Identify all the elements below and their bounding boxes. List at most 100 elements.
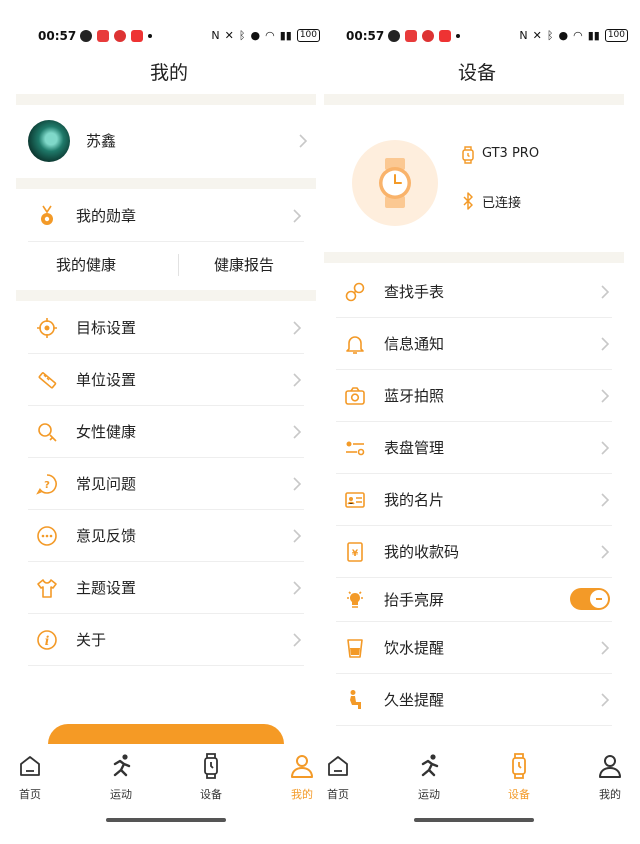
my-page-panel: 00:57 N ✕ ᛒ ● ◠ ▮▮ 100 我的 苏鑫 我的勋章 我的健康 健…	[16, 0, 322, 844]
tab-mine[interactable]: 我的	[272, 752, 322, 802]
menu-item-bluetooth-camera[interactable]: 蓝牙拍照	[336, 370, 612, 422]
device-name: GT3 PRO	[482, 146, 540, 161]
menu-item-target[interactable]: 目标设置	[28, 302, 304, 354]
menu-item-feedback[interactable]: 意见反馈	[28, 510, 304, 562]
device-card[interactable]: GT3 PRO 已连接	[324, 106, 624, 246]
watch-image	[352, 140, 438, 226]
app-icon	[422, 30, 434, 42]
connection-status: 已连接	[482, 196, 522, 211]
toggle-knob	[590, 590, 608, 608]
menu-item-label: 关于	[76, 631, 107, 649]
svg-text:i: i	[45, 634, 50, 648]
menu-item-label: 单位设置	[76, 371, 137, 389]
tab-device[interactable]: 设备	[181, 752, 241, 802]
signal-icon: ▮▮	[279, 29, 292, 42]
my-health-link[interactable]: 我的健康	[56, 242, 116, 288]
run-icon	[421, 754, 439, 777]
chevron-right-icon	[293, 477, 302, 491]
watch-icon	[204, 753, 218, 779]
menu-item-label: 意见反馈	[76, 527, 137, 545]
menu-item-sedentary-reminder[interactable]: 久坐提醒	[336, 674, 612, 726]
menu-item-female-health[interactable]: 女性健康	[28, 406, 304, 458]
menu-item-business-card[interactable]: 我的名片	[336, 474, 612, 526]
raise-to-wake-toggle[interactable]	[570, 588, 610, 610]
avatar[interactable]	[28, 120, 70, 162]
tab-label: 设备	[508, 788, 530, 801]
tab-label: 首页	[19, 788, 41, 801]
menu-item-find-watch[interactable]: 查找手表	[336, 266, 612, 318]
bottom-tab-bar: 首页 运动 设备 我的	[324, 744, 630, 844]
info-icon: i	[37, 630, 57, 650]
home-indicator	[414, 818, 534, 822]
app-icon	[405, 30, 417, 42]
person-icon	[599, 755, 621, 778]
app-icon	[97, 30, 109, 42]
menu-item-about[interactable]: i 关于	[28, 614, 304, 666]
section-divider	[16, 290, 316, 301]
section-divider	[16, 94, 316, 105]
menu-item-label: 信息通知	[384, 335, 445, 353]
profile-row[interactable]: 苏鑫	[16, 112, 316, 176]
menu-item-payment-code[interactable]: ¥ 我的收款码	[336, 526, 612, 578]
health-report-link[interactable]: 健康报告	[214, 242, 274, 288]
tab-sport[interactable]: 运动	[91, 752, 151, 802]
nfc-icon: N	[519, 29, 528, 42]
section-divider	[324, 94, 624, 105]
dot-icon	[148, 34, 152, 38]
chevron-right-icon	[601, 641, 610, 655]
status-bar: 00:57 N ✕ ᛒ ● ◠ ▮▮ 100	[16, 28, 322, 46]
medal-label: 我的勋章	[76, 207, 137, 225]
menu-item-watchface[interactable]: 表盘管理	[336, 422, 612, 474]
section-divider	[16, 178, 316, 189]
shirt-icon	[37, 579, 57, 598]
tab-label: 运动	[418, 788, 440, 801]
home-icon	[328, 756, 348, 776]
svg-text:¥: ¥	[352, 549, 359, 559]
menu-item-label: 我的名片	[384, 491, 445, 509]
health-links: 我的健康 健康报告	[28, 242, 304, 288]
tab-home[interactable]: 首页	[16, 752, 60, 802]
menu-item-theme[interactable]: 主题设置	[28, 562, 304, 614]
bluetooth-icon: ᛒ	[546, 29, 554, 42]
chevron-right-icon	[293, 581, 302, 595]
wechat-icon	[388, 30, 400, 42]
home-indicator	[106, 818, 226, 822]
tab-home[interactable]: 首页	[324, 752, 368, 802]
wifi-icon: ◠	[265, 29, 275, 42]
menu-item-label: 我的收款码	[384, 543, 460, 561]
chevron-right-icon	[293, 373, 302, 387]
medal-row[interactable]: 我的勋章	[28, 190, 304, 242]
app-icon	[131, 30, 143, 42]
medal-icon	[41, 205, 53, 225]
menu-item-label: 主题设置	[76, 579, 137, 597]
menu-item-label: 表盘管理	[384, 439, 445, 457]
wechat-icon	[80, 30, 92, 42]
menu-item-faq[interactable]: ? 常见问题	[28, 458, 304, 510]
menu-item-label: 女性健康	[76, 423, 137, 441]
menu-item-label: 目标设置	[76, 319, 137, 337]
nfc-icon: N	[211, 29, 220, 42]
bulb-icon	[347, 591, 363, 608]
sitting-icon	[350, 690, 361, 709]
tab-device[interactable]: 设备	[489, 752, 549, 802]
bluetooth-icon: ᛒ	[238, 29, 246, 42]
menu-item-label: 久坐提醒	[384, 691, 445, 709]
svg-text:?: ?	[44, 480, 50, 491]
tab-label: 我的	[599, 788, 621, 801]
tab-mine[interactable]: 我的	[580, 752, 630, 802]
chevron-right-icon	[601, 693, 610, 707]
home-icon	[20, 756, 40, 776]
chevron-right-icon	[601, 545, 610, 559]
menu-item-water-reminder[interactable]: 饮水提醒	[336, 622, 612, 674]
battery-icon: 100	[604, 29, 628, 42]
chevron-right-icon	[293, 425, 302, 439]
wifi-icon: ◠	[573, 29, 583, 42]
menu-item-unit[interactable]: 单位设置	[28, 354, 304, 406]
watch-small-icon	[462, 146, 474, 164]
menu-item-notification[interactable]: 信息通知	[336, 318, 612, 370]
menu-item-label: 蓝牙拍照	[384, 387, 445, 405]
page-title: 设备	[457, 62, 496, 84]
tab-sport[interactable]: 运动	[399, 752, 459, 802]
status-time: 00:57	[346, 29, 385, 43]
page-title: 我的	[149, 62, 188, 84]
